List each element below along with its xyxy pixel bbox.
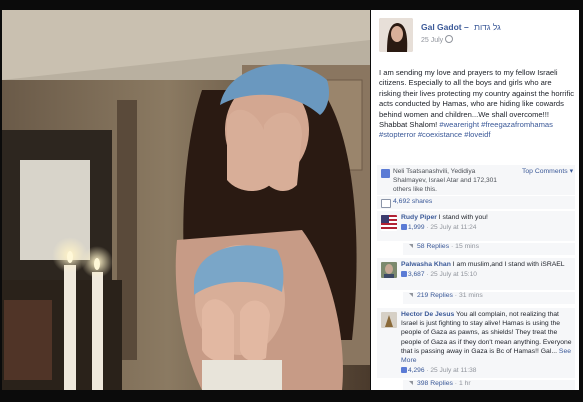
replies-time: 31 mins [458, 292, 483, 299]
shares-count[interactable]: 4,692 shares [393, 198, 432, 205]
comment-like-count[interactable]: 3,687 [408, 271, 425, 278]
like-thumb-icon [401, 224, 407, 231]
like-thumb-icon [381, 169, 390, 178]
likes-text[interactable]: Neli Tsatsanashvili, Yedidiya Shalmayev,… [393, 167, 503, 194]
comment-author[interactable]: Hector De Jesus [401, 311, 454, 318]
comment-body: Rudy Piper I stand with you! 1,999 · 25 … [401, 213, 572, 232]
author-name-hebrew[interactable]: גל גדות [474, 22, 501, 32]
post-panel: Gal Gadot – גל גדות 25 July I am sending… [371, 10, 579, 390]
reply-arrow-icon [409, 244, 413, 248]
post-text: I am sending my love and prayers to my f… [379, 68, 575, 141]
comment-item: Rudy Piper I stand with you! 1,999 · 25 … [377, 211, 575, 241]
likes-bar: Neli Tsatsanashvili, Yedidiya Shalmayev,… [377, 165, 575, 195]
replies-count[interactable]: 219 Replies [417, 292, 453, 299]
like-thumb-icon [401, 367, 407, 374]
comment-author[interactable]: Rudy Piper [401, 214, 437, 221]
comment-like-count[interactable]: 1,999 [408, 224, 425, 231]
post-date-line: 25 July [421, 35, 454, 44]
post-date[interactable]: 25 July [421, 37, 443, 44]
shares-bar: 4,692 shares [377, 196, 575, 209]
replies-link[interactable]: 398 Replies · 1 hr [403, 380, 575, 390]
commenter-photo [381, 312, 397, 328]
share-icon [381, 199, 391, 208]
comment-meta: 4,296 · 25 July at 11:38 [401, 366, 572, 375]
author-name-line: Gal Gadot – גל גדות [421, 22, 501, 32]
top-comments-dropdown[interactable]: Top Comments ▾ [522, 167, 573, 175]
post-photo[interactable] [2, 10, 370, 390]
like-thumb-icon [401, 271, 407, 278]
comment-meta: 1,999 · 25 July at 11:24 [401, 223, 572, 232]
author-name-separator: – [461, 22, 472, 32]
commenter-avatar[interactable] [381, 215, 397, 231]
author-name[interactable]: Gal Gadot [421, 22, 462, 32]
replies-time: 15 mins [455, 243, 479, 250]
comment-like-count[interactable]: 4,296 [408, 367, 425, 374]
comment-item: Hector De Jesus You all complain, not re… [377, 308, 575, 378]
replies-count[interactable]: 398 Replies [417, 380, 453, 387]
comment-body: Hector De Jesus You all complain, not re… [401, 310, 572, 375]
comment-text: I am muslim,and I stand with iSRAEL [452, 261, 565, 268]
comment-meta: 3,687 · 25 July at 15:10 [401, 270, 572, 279]
comment-text: I stand with you! [438, 214, 488, 221]
screenshot-frame: Gal Gadot – גל גדות 25 July I am sending… [0, 0, 583, 402]
us-flag-icon [381, 215, 397, 231]
reply-arrow-icon [409, 293, 413, 297]
commenter-avatar[interactable] [381, 312, 397, 328]
comment-item: Palwasha Khan I am muslim,and I stand wi… [377, 258, 575, 290]
replies-count[interactable]: 58 Replies [417, 243, 449, 250]
comment-date[interactable]: 25 July at 11:38 [430, 367, 476, 374]
commenter-photo [381, 262, 397, 278]
photo-illustration [2, 10, 370, 390]
comment-date[interactable]: 25 July at 11:24 [430, 224, 476, 231]
comment-author[interactable]: Palwasha Khan [401, 261, 451, 268]
comment-body: Palwasha Khan I am muslim,and I stand wi… [401, 260, 572, 279]
commenter-avatar[interactable] [381, 262, 397, 278]
author-avatar[interactable] [379, 18, 413, 52]
globe-icon [445, 35, 454, 43]
comment-date[interactable]: 25 July at 15:10 [430, 271, 477, 278]
replies-time: 1 hr [458, 380, 471, 387]
replies-link[interactable]: 219 Replies · 31 mins [403, 292, 575, 304]
post-header: Gal Gadot – גל גדות 25 July [379, 18, 573, 58]
reply-arrow-icon [409, 381, 413, 385]
avatar-image [379, 18, 413, 52]
replies-link[interactable]: 58 Replies · 15 mins [403, 243, 575, 255]
